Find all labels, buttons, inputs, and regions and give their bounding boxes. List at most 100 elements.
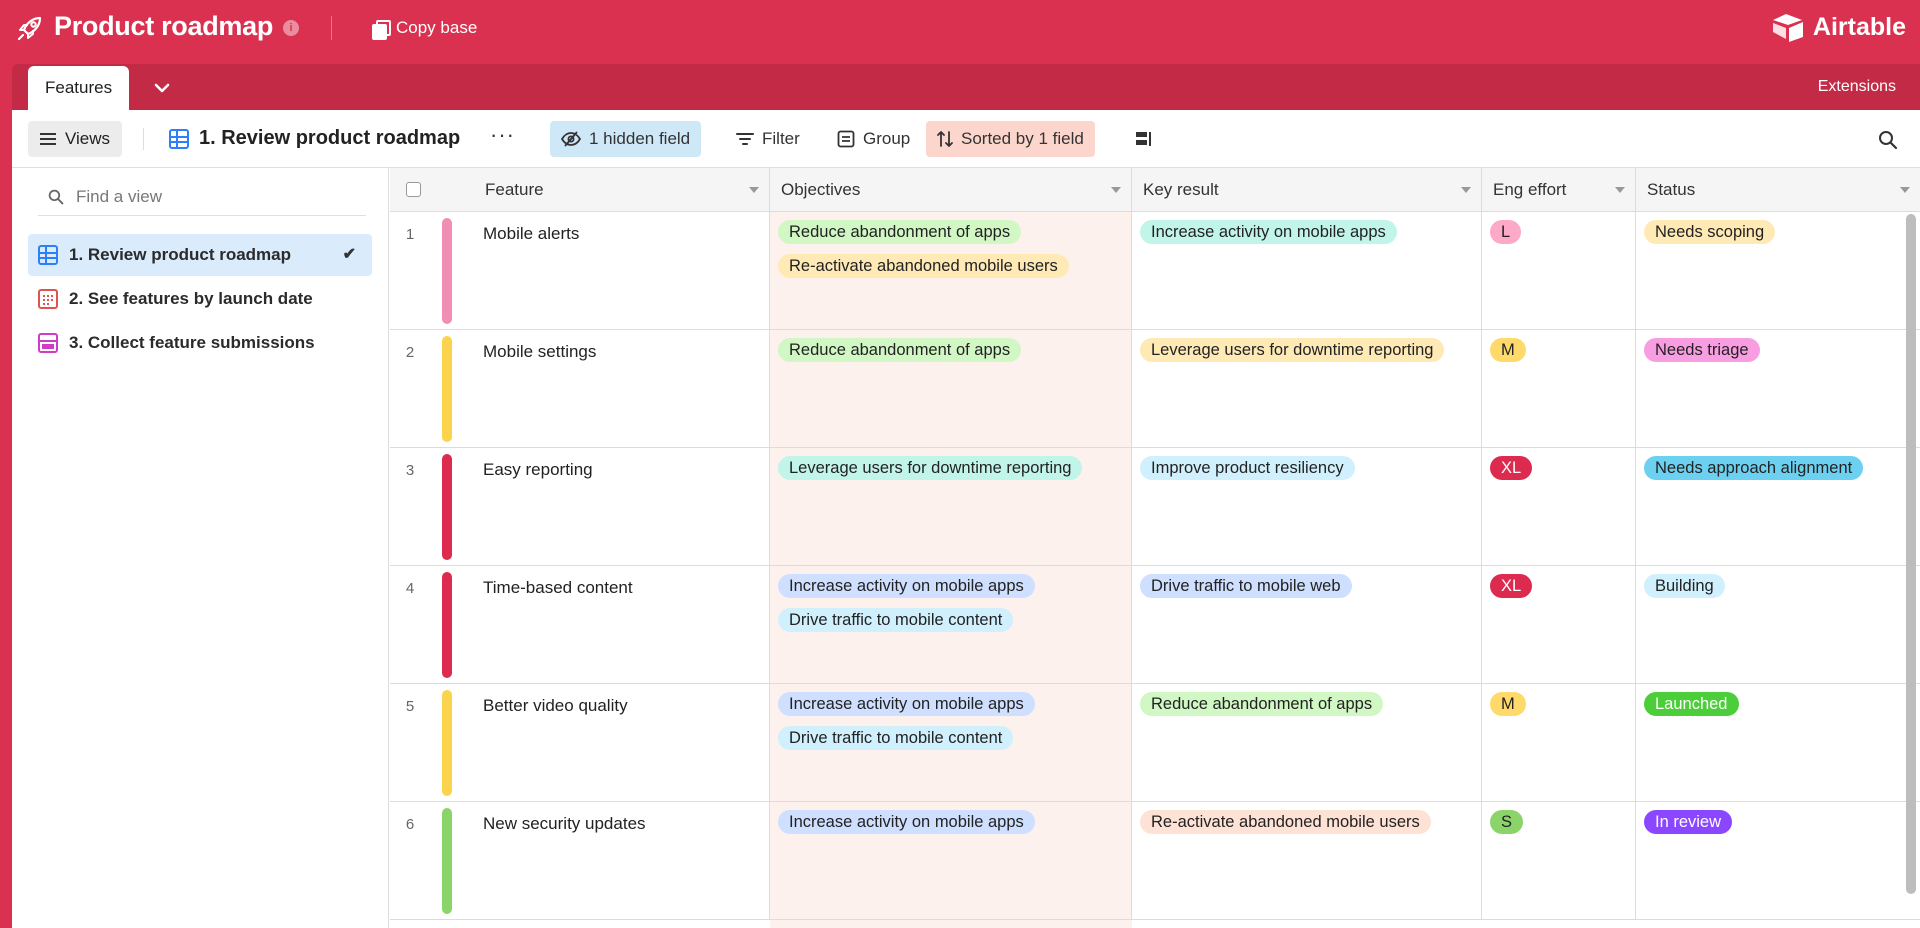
menu-icon bbox=[40, 133, 56, 145]
row-height-button[interactable] bbox=[1124, 121, 1164, 157]
hide-fields-button[interactable]: 1 hidden field bbox=[550, 121, 702, 157]
copy-base-button[interactable]: Copy base bbox=[372, 18, 477, 40]
cell-key-result[interactable]: Reduce abandonment of apps bbox=[1132, 684, 1482, 802]
feature-name: New security updates bbox=[483, 814, 646, 833]
filter-button[interactable]: Filter bbox=[725, 121, 811, 157]
cell-status[interactable]: In review bbox=[1636, 802, 1920, 920]
sidebar-item-launch-date[interactable]: 2. See features by launch date bbox=[28, 278, 372, 320]
cell-feature[interactable]: New security updates bbox=[472, 802, 770, 920]
table-row[interactable]: 2 Mobile settings Reduce abandonment of ap… bbox=[390, 330, 1920, 448]
column-header-status[interactable]: Status bbox=[1636, 168, 1920, 212]
cell-effort[interactable]: M bbox=[1482, 684, 1636, 802]
sidebar-item-feature-submissions[interactable]: 3. Collect feature submissions bbox=[28, 322, 372, 364]
cell-status[interactable]: Needs approach alignment bbox=[1636, 448, 1920, 566]
cell-key-result[interactable]: Improve product resiliency bbox=[1132, 448, 1482, 566]
check-icon: ✔ bbox=[342, 246, 356, 263]
tag-pill: Re-activate abandoned mobile users bbox=[778, 254, 1069, 278]
cell-key-result[interactable]: Drive traffic to mobile web bbox=[1132, 566, 1482, 684]
cell-objectives[interactable]: Increase activity on mobile apps Drive tr… bbox=[770, 566, 1132, 684]
cell-status[interactable]: Needs scoping bbox=[1636, 212, 1920, 330]
chevron-down-icon[interactable] bbox=[1615, 187, 1625, 193]
search-icon bbox=[48, 189, 64, 204]
effort-badge: M bbox=[1490, 338, 1526, 362]
table-row[interactable]: 1 Mobile alerts Reduce abandonment of apps… bbox=[390, 212, 1920, 330]
column-header-objectives[interactable]: Objectives bbox=[770, 168, 1132, 212]
cell-feature[interactable]: Mobile alerts bbox=[472, 212, 770, 330]
vertical-scrollbar[interactable] bbox=[1906, 214, 1916, 894]
column-header-label: Objectives bbox=[781, 180, 861, 199]
cell-feature[interactable]: Easy reporting bbox=[472, 448, 770, 566]
status-badge: In review bbox=[1644, 810, 1733, 834]
effort-badge: XL bbox=[1490, 574, 1533, 598]
feature-name: Mobile settings bbox=[483, 342, 597, 361]
row-color-bar bbox=[442, 572, 452, 678]
sidebar-item-label: 3. Collect feature submissions bbox=[69, 333, 315, 352]
row-color-bar bbox=[442, 808, 452, 914]
tag-pill: Leverage users for downtime reporting bbox=[1140, 338, 1445, 362]
cell-objectives[interactable]: Increase activity on mobile apps Drive tr… bbox=[770, 684, 1132, 802]
topbar-divider bbox=[331, 16, 332, 40]
chevron-down-icon[interactable] bbox=[150, 76, 174, 100]
cell-key-result[interactable]: Re-activate abandoned mobile users bbox=[1132, 802, 1482, 920]
column-header-key-result[interactable]: Key result bbox=[1132, 168, 1482, 212]
table-row[interactable]: 6 New security updates Increase activity o… bbox=[390, 802, 1920, 920]
column-header-feature[interactable]: Feature bbox=[472, 168, 770, 212]
toolbar-divider bbox=[143, 128, 144, 150]
chevron-down-icon[interactable] bbox=[1111, 187, 1121, 193]
column-header-label: Key result bbox=[1143, 180, 1219, 199]
cell-status[interactable]: Needs triage bbox=[1636, 330, 1920, 448]
cell-objectives[interactable]: Increase activity on mobile apps bbox=[770, 802, 1132, 920]
chevron-down-icon[interactable] bbox=[749, 187, 759, 193]
cell-status[interactable]: Building bbox=[1636, 566, 1920, 684]
table-row[interactable]: 3 Easy reporting Leverage users for downti… bbox=[390, 448, 1920, 566]
effort-badge: XL bbox=[1490, 456, 1533, 480]
chevron-down-icon[interactable] bbox=[1461, 187, 1471, 193]
cell-effort[interactable]: XL bbox=[1482, 448, 1636, 566]
cell-effort[interactable]: M bbox=[1482, 330, 1636, 448]
chevron-down-icon[interactable] bbox=[1900, 187, 1910, 193]
cell-objectives[interactable]: Reduce abandonment of apps Re-activate ab… bbox=[770, 212, 1132, 330]
cell-effort[interactable]: XL bbox=[1482, 566, 1636, 684]
airtable-logo-icon bbox=[1772, 14, 1803, 42]
tag-pill: Reduce abandonment of apps bbox=[1140, 692, 1384, 716]
cell-key-result[interactable]: Leverage users for downtime reporting bbox=[1132, 330, 1482, 448]
column-header-eng-effort[interactable]: Eng effort bbox=[1482, 168, 1636, 212]
cell-status[interactable]: Launched bbox=[1636, 684, 1920, 802]
group-label: Group bbox=[863, 129, 911, 148]
cell-feature[interactable]: Better video quality bbox=[472, 684, 770, 802]
tag-pill: Increase activity on mobile apps bbox=[778, 692, 1035, 716]
sidebar-item-review-roadmap[interactable]: 1. Review product roadmap ✔ bbox=[28, 234, 372, 276]
tag-pill: Increase activity on mobile apps bbox=[778, 810, 1035, 834]
cell-objectives[interactable]: Reduce abandonment of apps bbox=[770, 330, 1132, 448]
find-view-input[interactable]: Find a view bbox=[38, 178, 366, 216]
sort-button[interactable]: Sorted by 1 field bbox=[926, 121, 1095, 157]
base-title[interactable]: Product roadmap bbox=[54, 11, 273, 42]
select-all-checkbox[interactable] bbox=[406, 182, 421, 197]
rocket-icon bbox=[17, 16, 42, 41]
status-badge: Launched bbox=[1644, 692, 1739, 716]
views-button[interactable]: Views bbox=[28, 121, 123, 157]
airtable-logo[interactable]: Airtable bbox=[1771, 12, 1906, 42]
cell-objectives[interactable]: Leverage users for downtime reporting bbox=[770, 448, 1132, 566]
table-row[interactable]: 4 Time-based content Increase activity on … bbox=[390, 566, 1920, 684]
views-label: Views bbox=[65, 129, 111, 148]
cell-feature[interactable]: Mobile settings bbox=[472, 330, 770, 448]
cell-effort[interactable]: L bbox=[1482, 212, 1636, 330]
main-panel: Views 1. Review product roadmap ··· 1 hi… bbox=[12, 110, 1920, 928]
tag-pill: Leverage users for downtime reporting bbox=[778, 456, 1083, 480]
tab-features[interactable]: Features bbox=[28, 66, 130, 110]
cell-key-result[interactable]: Increase activity on mobile apps bbox=[1132, 212, 1482, 330]
more-options-icon[interactable]: ··· bbox=[490, 122, 515, 148]
search-icon[interactable] bbox=[1878, 130, 1898, 150]
table-tab-bar: Features Extensions bbox=[12, 64, 1920, 110]
table-row[interactable]: 5 Better video quality Increase activity o… bbox=[390, 684, 1920, 802]
row-color-bar bbox=[442, 218, 452, 324]
cell-effort[interactable]: S bbox=[1482, 802, 1636, 920]
calendar-view-icon bbox=[38, 289, 58, 309]
group-button[interactable]: Group bbox=[826, 121, 921, 157]
info-icon[interactable]: i bbox=[283, 20, 299, 36]
extensions-button[interactable]: Extensions bbox=[1818, 78, 1896, 96]
cell-feature[interactable]: Time-based content bbox=[472, 566, 770, 684]
select-all-cell bbox=[390, 168, 472, 212]
current-view-name[interactable]: 1. Review product roadmap bbox=[169, 127, 460, 150]
